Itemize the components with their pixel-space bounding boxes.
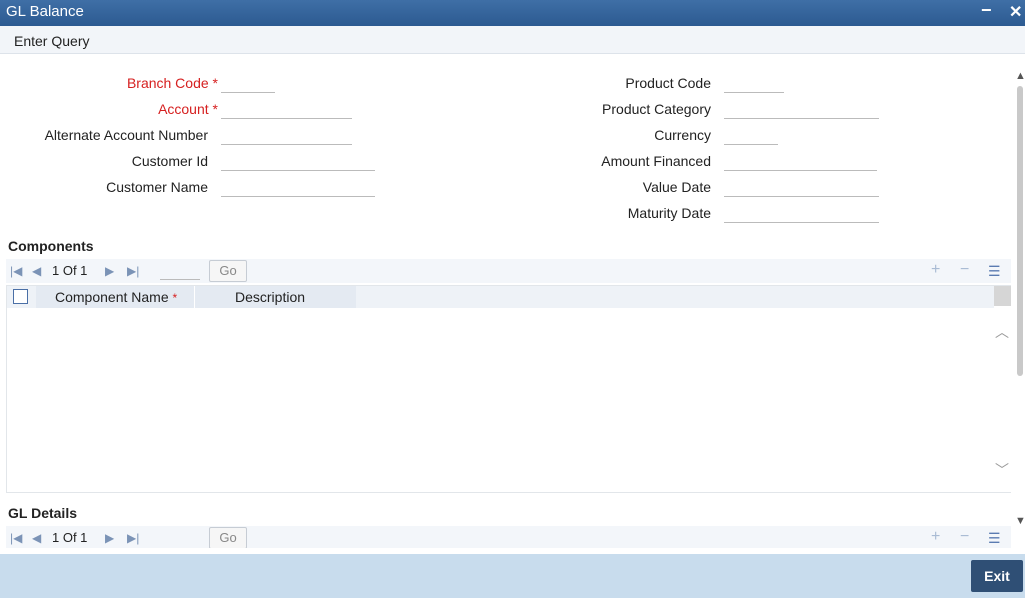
required-marker: * bbox=[212, 75, 218, 91]
maturity-date-field[interactable] bbox=[724, 222, 879, 223]
maturity-date-label: Maturity Date bbox=[627, 205, 711, 221]
delete-row-icon[interactable]: − bbox=[960, 528, 969, 546]
enter-query-button[interactable]: Enter Query bbox=[14, 33, 89, 49]
scrollbar-thumb[interactable] bbox=[1017, 86, 1023, 376]
add-row-icon[interactable]: + bbox=[931, 261, 940, 279]
amount-financed-field[interactable] bbox=[724, 170, 877, 171]
grid-scrollbar[interactable]: ︿ ﹀ bbox=[994, 286, 1011, 492]
last-page-icon[interactable]: ▶| bbox=[127, 264, 139, 278]
chevron-up-icon[interactable]: ︿ bbox=[995, 322, 1009, 342]
currency-field[interactable] bbox=[724, 144, 778, 145]
add-row-icon[interactable]: + bbox=[931, 528, 940, 546]
product-category-field[interactable] bbox=[724, 118, 879, 119]
exit-button[interactable]: Exit bbox=[971, 560, 1023, 592]
chevron-down-icon[interactable]: ﹀ bbox=[995, 460, 1009, 480]
single-view-icon[interactable]: ☰ bbox=[988, 263, 1001, 280]
customer-id-label: Customer Id bbox=[131, 153, 208, 169]
account-label: Account * bbox=[80, 101, 218, 117]
account-label-text: Account bbox=[158, 101, 209, 117]
value-date-label: Value Date bbox=[642, 179, 711, 195]
scrollbar-header-cap bbox=[994, 286, 1011, 306]
first-page-icon[interactable]: |◀ bbox=[10, 264, 22, 278]
go-button[interactable]: Go bbox=[209, 260, 247, 282]
page-indicator: 1 Of 1 bbox=[52, 263, 88, 278]
footer-bar: Exit bbox=[0, 554, 1025, 598]
column-header-component-name[interactable]: Component Name * bbox=[36, 286, 195, 308]
account-field[interactable] bbox=[221, 118, 352, 119]
components-title: Components bbox=[8, 238, 94, 254]
column-header-description[interactable]: Description bbox=[195, 286, 356, 308]
product-category-label: Product Category bbox=[602, 101, 711, 117]
branch-code-label-text: Branch Code bbox=[126, 75, 209, 91]
currency-label: Currency bbox=[654, 127, 711, 143]
main-content: Branch Code * Account * Alternate Accoun… bbox=[0, 54, 1017, 548]
branch-code-label: Branch Code * bbox=[80, 75, 218, 91]
product-code-label: Product Code bbox=[625, 75, 711, 91]
menu-bar: Enter Query bbox=[0, 26, 1025, 54]
required-marker: * bbox=[172, 291, 178, 305]
last-page-icon[interactable]: ▶| bbox=[127, 531, 139, 545]
amount-financed-label: Amount Financed bbox=[601, 153, 711, 169]
customer-name-field[interactable] bbox=[221, 196, 375, 197]
alternate-account-number-field[interactable] bbox=[221, 144, 352, 145]
product-code-field[interactable] bbox=[724, 92, 784, 93]
branch-code-field[interactable] bbox=[221, 92, 275, 93]
main-scrollbar[interactable]: ▲ ▼ bbox=[1015, 70, 1025, 530]
customer-id-field[interactable] bbox=[221, 170, 375, 171]
close-icon[interactable]: ✕ bbox=[1009, 2, 1022, 22]
first-page-icon[interactable]: |◀ bbox=[10, 531, 22, 545]
go-button[interactable]: Go bbox=[209, 527, 247, 548]
gl-details-title: GL Details bbox=[8, 505, 77, 521]
select-all-checkbox[interactable] bbox=[13, 289, 28, 304]
grid-header: Component Name * Description bbox=[7, 286, 994, 308]
scroll-up-icon[interactable]: ▲ bbox=[1015, 70, 1025, 82]
scroll-down-icon[interactable]: ▼ bbox=[1015, 515, 1025, 527]
prev-page-icon[interactable]: ◀ bbox=[32, 531, 41, 545]
page-number-input[interactable] bbox=[160, 262, 200, 280]
gl-details-pager: |◀ ◀ 1 Of 1 ▶ ▶| Go + − ☰ bbox=[6, 526, 1011, 548]
delete-row-icon[interactable]: − bbox=[960, 261, 969, 279]
alternate-account-number-label: Alternate Account Number bbox=[44, 127, 208, 143]
window-title: GL Balance bbox=[6, 3, 84, 20]
page-indicator: 1 Of 1 bbox=[52, 530, 88, 545]
prev-page-icon[interactable]: ◀ bbox=[32, 264, 41, 278]
next-page-icon[interactable]: ▶ bbox=[105, 264, 114, 278]
required-marker: * bbox=[212, 101, 218, 117]
component-name-header-text: Component Name bbox=[55, 289, 169, 305]
next-page-icon[interactable]: ▶ bbox=[105, 531, 114, 545]
components-grid: Component Name * Description ︿ ﹀ bbox=[6, 285, 1011, 493]
components-pager: |◀ ◀ 1 Of 1 ▶ ▶| Go + − ☰ bbox=[6, 259, 1011, 283]
single-view-icon[interactable]: ☰ bbox=[988, 530, 1001, 547]
title-bar: GL Balance − ✕ bbox=[0, 0, 1025, 26]
customer-name-label: Customer Name bbox=[106, 179, 208, 195]
value-date-field[interactable] bbox=[724, 196, 879, 197]
minimize-icon[interactable]: − bbox=[981, 0, 992, 21]
